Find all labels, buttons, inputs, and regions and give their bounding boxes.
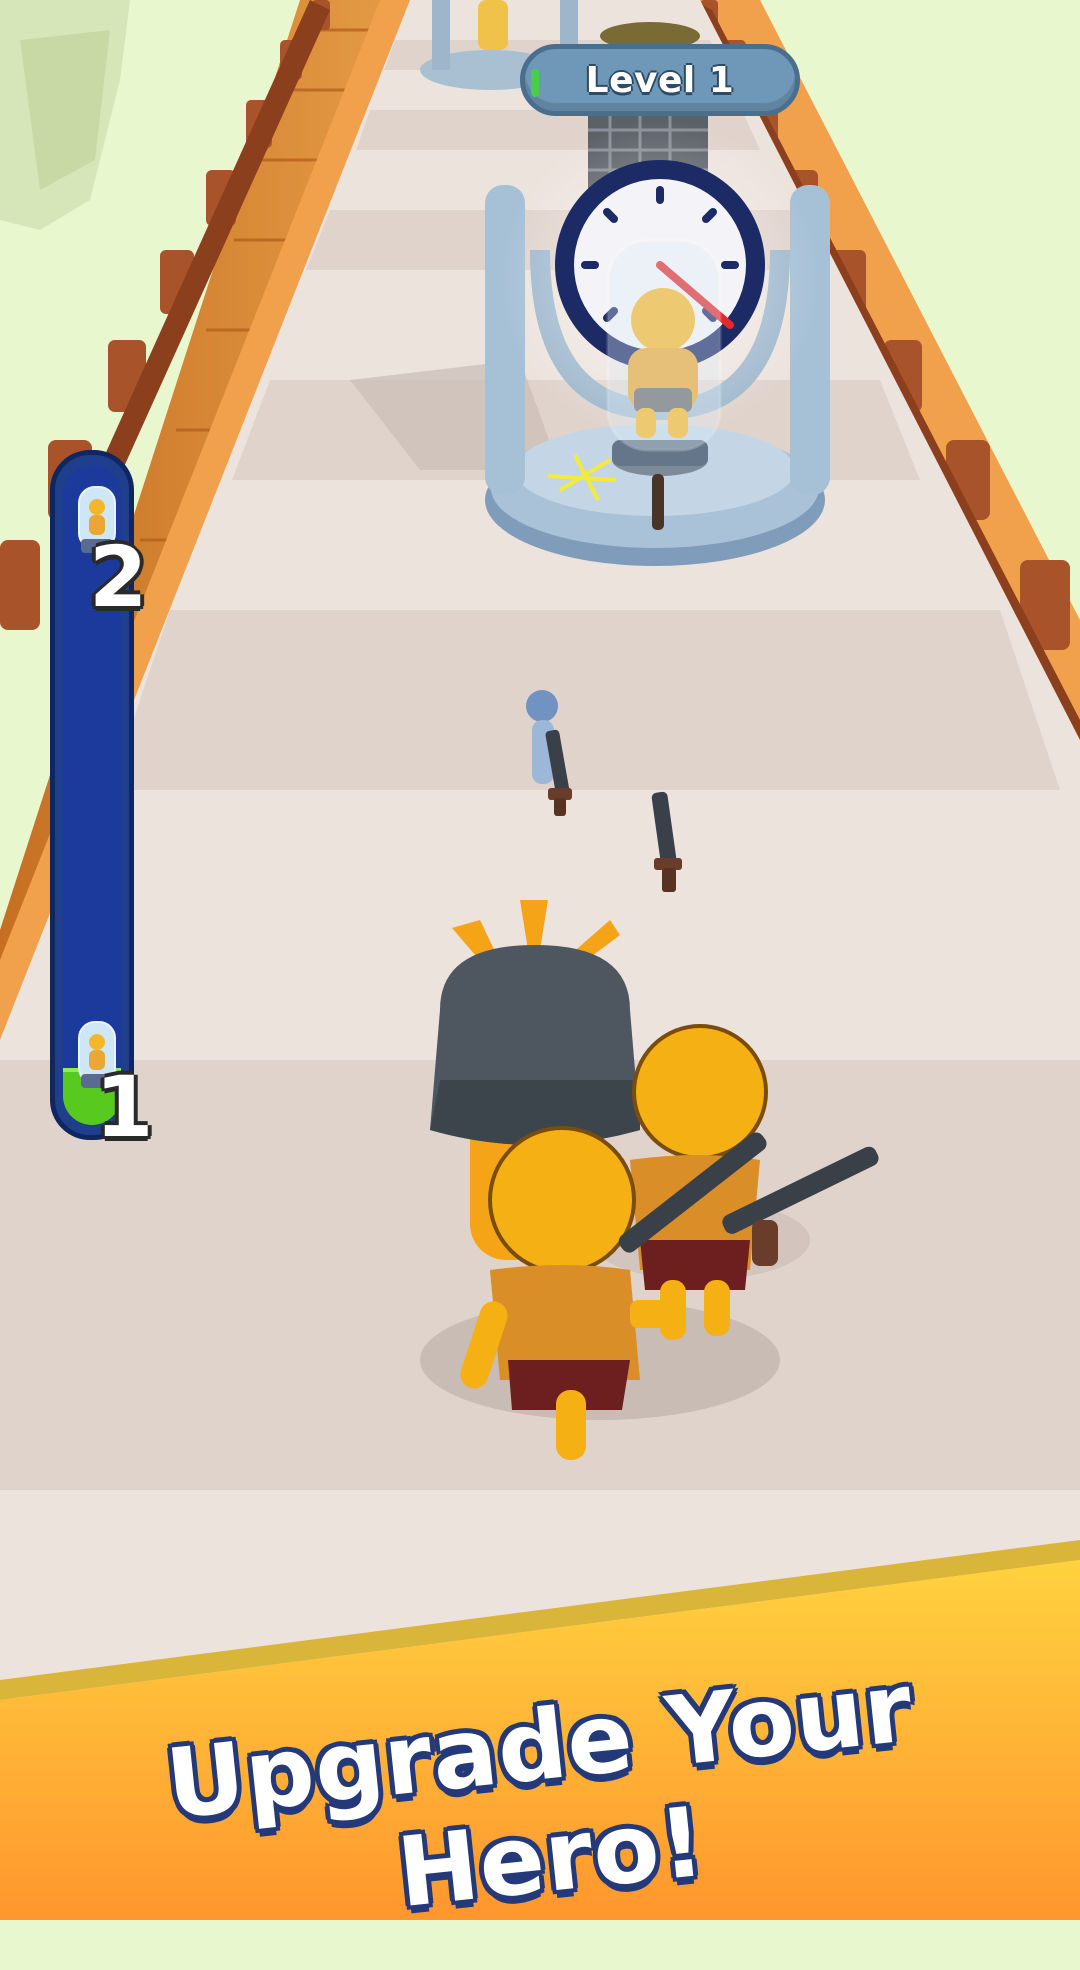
upgrade-platform [485, 120, 830, 566]
game-scene [0, 0, 1080, 1920]
